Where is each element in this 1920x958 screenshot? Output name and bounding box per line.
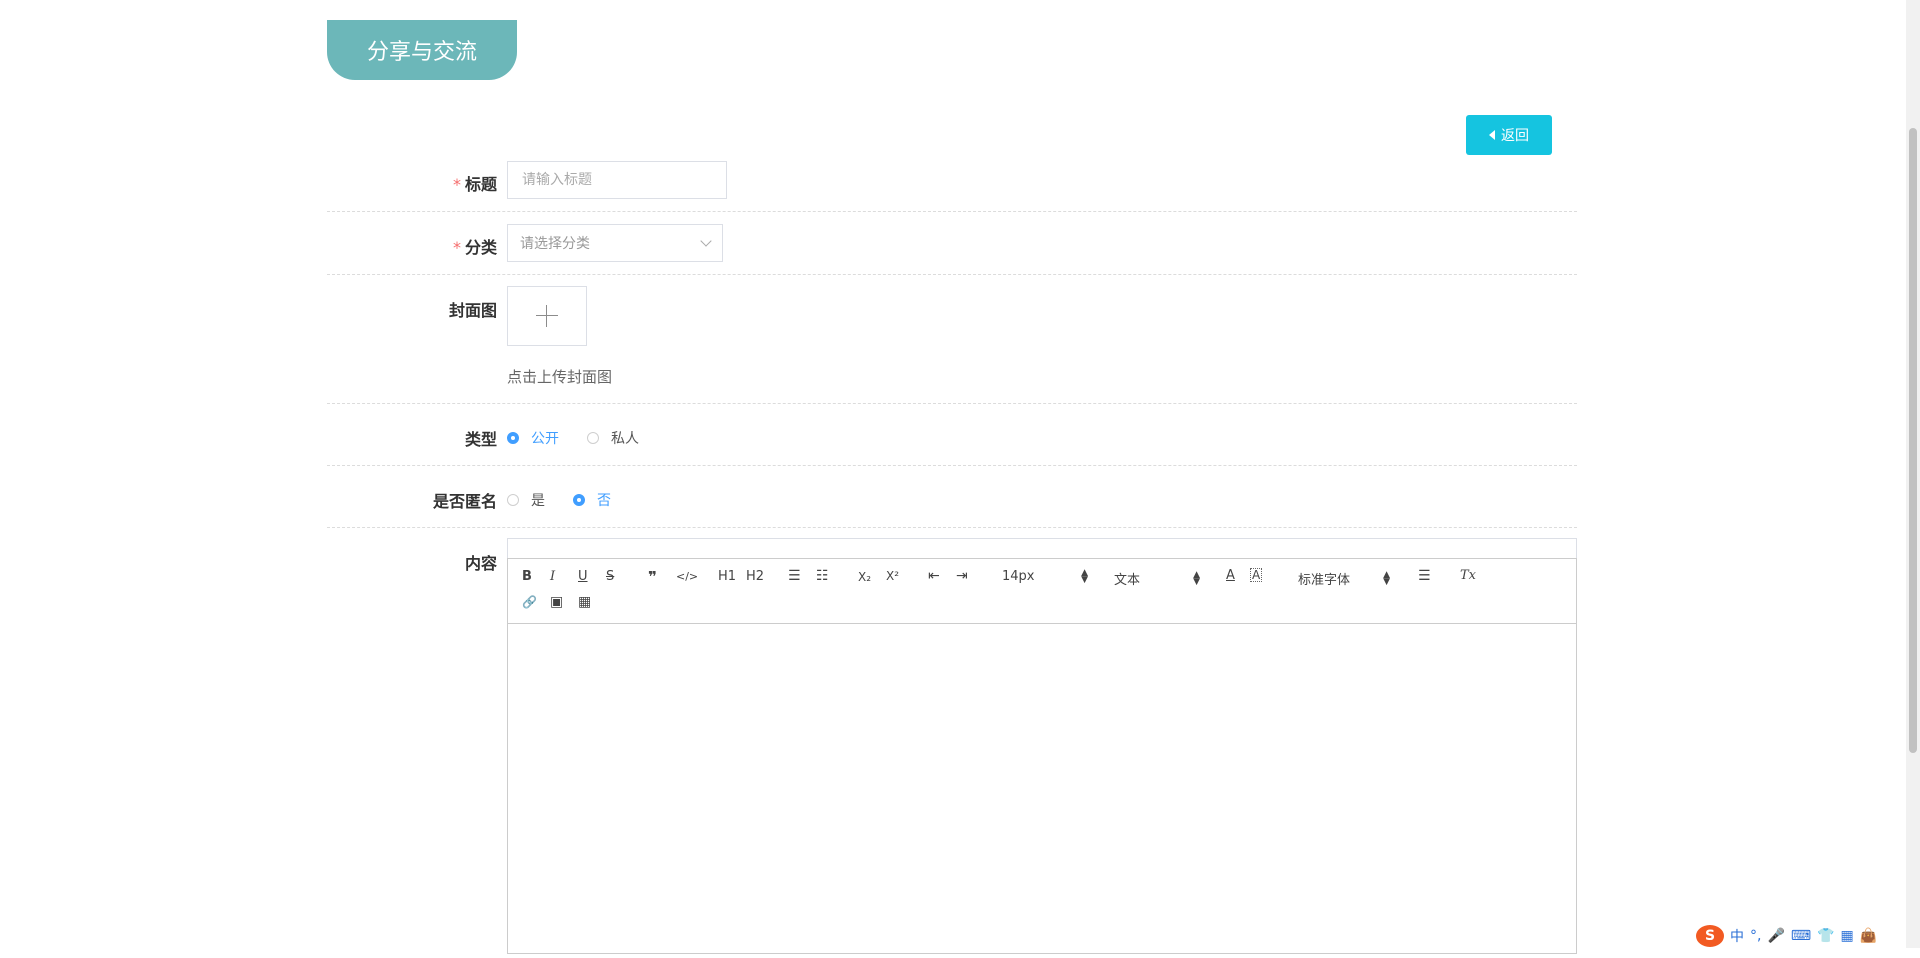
- anonymous-label: 是否匿名: [432, 492, 497, 511]
- background-color-icon[interactable]: A: [1250, 568, 1263, 582]
- scrollbar-thumb[interactable]: [1909, 128, 1917, 753]
- header-select[interactable]: 文本 ▲ ▼: [1114, 569, 1200, 588]
- content-label: 内容: [464, 554, 497, 573]
- ime-skin-icon[interactable]: 👕: [1817, 928, 1834, 944]
- title-row: * 标题: [327, 155, 1577, 212]
- required-mark: *: [452, 175, 461, 194]
- category-placeholder: 请选择分类: [520, 236, 590, 252]
- sogou-logo-icon[interactable]: S: [1696, 925, 1724, 947]
- back-button[interactable]: 返回: [1466, 115, 1552, 155]
- type-label: 类型: [464, 430, 497, 449]
- text-color-icon[interactable]: A: [1226, 568, 1235, 583]
- clean-format-icon[interactable]: Tx: [1460, 568, 1476, 583]
- updown-arrow-icon: ▲ ▼: [1193, 569, 1200, 587]
- video-icon[interactable]: ▦: [578, 594, 591, 610]
- anonymous-radio-yes[interactable]: 是: [507, 490, 545, 510]
- anonymous-radio-group: 是 否: [507, 490, 639, 510]
- page-title-tab: 分享与交流: [327, 20, 517, 80]
- cover-upload-hint: 点击上传封面图: [507, 368, 613, 386]
- type-option-public: 公开: [531, 431, 559, 447]
- required-mark: *: [452, 238, 461, 257]
- rich-text-editor: B I U S ❞ </> H1 H2 ☰ ☷ X₂ X² ⇤ ⇥ 14px ▲…: [507, 538, 1577, 954]
- h2-button[interactable]: H2: [746, 569, 764, 584]
- back-button-label: 返回: [1501, 128, 1529, 144]
- bold-button[interactable]: B: [522, 569, 532, 584]
- page-title: 分享与交流: [366, 40, 477, 65]
- editor-content-area[interactable]: [507, 624, 1577, 954]
- superscript-button[interactable]: X²: [886, 569, 899, 583]
- title-input[interactable]: [520, 171, 714, 189]
- cover-upload-button[interactable]: [507, 286, 587, 346]
- category-label: * 分类: [327, 234, 497, 258]
- category-row: * 分类 请选择分类: [327, 212, 1577, 275]
- radio-checked-icon: [507, 432, 519, 444]
- radio-unchecked-icon: [587, 432, 599, 444]
- underline-button[interactable]: U: [578, 569, 588, 584]
- font-family-select[interactable]: 标准字体 ▲ ▼: [1298, 569, 1390, 588]
- caret-left-icon: [1489, 130, 1495, 140]
- strike-button[interactable]: S: [606, 569, 614, 584]
- type-option-private: 私人: [611, 431, 639, 447]
- chevron-down-icon: [700, 235, 712, 247]
- title-label-text: 标题: [464, 175, 497, 194]
- ime-bag-icon[interactable]: 👜: [1860, 928, 1877, 944]
- anonymous-option-yes: 是: [531, 493, 545, 509]
- outdent-icon[interactable]: ⇤: [928, 568, 940, 584]
- align-icon[interactable]: ☰: [1418, 568, 1431, 584]
- type-radio-group: 公开 私人: [507, 428, 667, 448]
- type-radio-public[interactable]: 公开: [507, 428, 559, 448]
- content-row: 内容 B I U S ❞ </> H1 H2 ☰ ☷ X₂ X² ⇤ ⇥ 14p…: [327, 528, 1577, 958]
- cover-label: 封面图: [448, 301, 497, 320]
- header-value: 文本: [1114, 573, 1141, 588]
- updown-arrow-icon: ▲ ▼: [1081, 567, 1088, 585]
- ime-chinese-mode[interactable]: 中: [1730, 926, 1744, 946]
- font-size-value: 14px: [1002, 569, 1035, 584]
- vertical-scrollbar[interactable]: [1906, 0, 1920, 948]
- ime-toolbar: S 中 °, 🎤 ⌨ 👕 ▦ 👜: [1696, 924, 1906, 948]
- ime-punctuation-icon[interactable]: °,: [1750, 928, 1761, 944]
- radio-unchecked-icon: [507, 494, 519, 506]
- plus-icon: [536, 305, 558, 327]
- cover-row: 封面图 点击上传封面图: [327, 275, 1577, 404]
- indent-icon[interactable]: ⇥: [956, 568, 968, 584]
- italic-button[interactable]: I: [550, 569, 555, 584]
- ime-keyboard-icon[interactable]: ⌨: [1791, 928, 1811, 944]
- ime-microphone-icon[interactable]: 🎤: [1767, 928, 1784, 944]
- share-form: *标题 *分类 请选择分类 封面图 点击上传封面图 类型: [327, 155, 1577, 958]
- ordered-list-icon[interactable]: ☰: [788, 568, 801, 584]
- category-label-text: 分类: [464, 238, 497, 257]
- type-row: 类型 公开 私人: [327, 404, 1577, 466]
- editor-toolbar: B I U S ❞ </> H1 H2 ☰ ☷ X₂ X² ⇤ ⇥ 14px ▲…: [507, 558, 1577, 624]
- font-size-select[interactable]: 14px ▲ ▼: [1002, 567, 1088, 585]
- image-icon[interactable]: ▣: [550, 594, 563, 610]
- updown-arrow-icon: ▲ ▼: [1383, 569, 1390, 587]
- font-family-value: 标准字体: [1298, 573, 1351, 588]
- title-input-wrapper: [507, 161, 727, 199]
- anonymous-radio-no[interactable]: 否: [573, 490, 611, 510]
- subscript-button[interactable]: X₂: [858, 570, 871, 584]
- anonymous-row: 是否匿名 是 否: [327, 466, 1577, 528]
- editor-top-border: [507, 538, 1577, 558]
- blockquote-button[interactable]: ❞: [648, 568, 657, 586]
- ime-tools-icon[interactable]: ▦: [1841, 928, 1854, 944]
- radio-checked-icon: [573, 494, 585, 506]
- link-icon[interactable]: 🔗: [522, 595, 537, 609]
- h1-button[interactable]: H1: [718, 569, 736, 584]
- anonymous-option-no: 否: [597, 493, 611, 509]
- type-radio-private[interactable]: 私人: [587, 428, 639, 448]
- category-select[interactable]: 请选择分类: [507, 224, 723, 262]
- title-label: * 标题: [327, 171, 497, 195]
- bullet-list-icon[interactable]: ☷: [816, 568, 829, 584]
- code-button[interactable]: </>: [676, 570, 698, 583]
